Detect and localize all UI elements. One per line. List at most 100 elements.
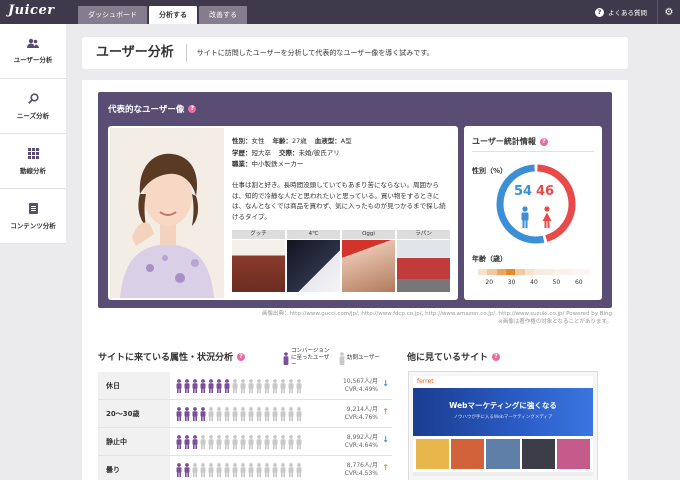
attributes-legend: コンバージョンに至ったユーザー 訪問ユーザー — [283, 348, 380, 369]
legend-visitors-label: 訪問ユーザー — [347, 355, 380, 361]
person-icon — [240, 434, 246, 449]
faq-link[interactable]: ? よくある質問 — [585, 0, 658, 24]
help-icon[interactable]: ? — [539, 137, 548, 146]
image-credit: 画像出典：http://www.gucci.com/jp/, http://ww… — [212, 310, 612, 326]
cvr-value: CVR:4.76% — [344, 414, 378, 421]
faq-label: よくある質問 — [608, 9, 647, 17]
site-thumbnail — [416, 439, 450, 469]
person-icon — [248, 434, 254, 449]
brand-label: ラパン — [397, 230, 450, 239]
person-icon — [296, 462, 302, 477]
sidebar-item-label: コンテンツ分析 — [10, 221, 56, 230]
person-icon — [184, 378, 190, 393]
question-circle-icon: ? — [595, 7, 604, 17]
person-icon — [272, 378, 278, 393]
person-icon — [216, 378, 222, 393]
cvr-value: CVR:4.53% — [344, 470, 378, 477]
person-icon — [272, 462, 278, 477]
age-value: 27歳 — [292, 137, 307, 145]
relationship-value: 未婚/彼氏アリ — [298, 148, 340, 157]
brand-item[interactable]: ラパン — [397, 230, 450, 292]
female-percentage: 46 — [536, 184, 555, 199]
attribute-row[interactable]: 静止中 8,992人/月 CVR:4.64% ↓ — [98, 428, 392, 456]
site-thumbnail — [451, 439, 485, 469]
age-tick: 50 — [552, 279, 561, 286]
sidebar-item-user-analysis[interactable]: ユーザー分析 — [0, 24, 66, 79]
attribute-row[interactable]: 曇り 8,776人/月 CVR:4.53% ↑ — [98, 456, 392, 480]
age-bar-segment — [487, 269, 497, 275]
age-bar-segment — [580, 269, 590, 275]
site-thumbnails — [413, 436, 593, 472]
site-logo: ferret — [413, 376, 593, 388]
person-icon — [216, 406, 222, 421]
page-title: ユーザー分析 — [82, 44, 187, 62]
brand-item[interactable]: グッチ — [232, 230, 285, 292]
attribute-metrics: 8,992人/月 CVR:4.64% — [345, 434, 378, 450]
age-tick: 20 — [485, 279, 494, 286]
tab-analyze[interactable]: 分析する — [149, 6, 197, 24]
person-icon — [176, 462, 182, 477]
app-logo[interactable]: Juicer — [8, 3, 55, 18]
person-icon — [184, 462, 190, 477]
brand-label: グッチ — [232, 230, 285, 239]
age-distribution-bar — [478, 269, 590, 275]
brand-item[interactable]: Oggi — [342, 230, 395, 292]
education-value: 短大卒 — [251, 148, 272, 157]
person-icon — [200, 462, 206, 477]
person-icon — [200, 434, 206, 449]
persona-photo — [110, 128, 224, 298]
help-icon[interactable]: ? — [492, 352, 501, 361]
age-tick: 40 — [530, 279, 538, 286]
age-key: 年齢： — [272, 137, 293, 145]
brand-label: 4℃ — [287, 230, 340, 239]
gear-icon[interactable]: ⚙ — [658, 0, 680, 24]
visitor-count: 9,214人/月 — [346, 406, 378, 413]
person-icon — [192, 434, 198, 449]
person-icon — [192, 378, 198, 393]
visitor-count: 8,992人/月 — [346, 434, 378, 441]
person-icon — [224, 378, 230, 393]
person-icon — [216, 462, 222, 477]
help-icon[interactable]: ? — [237, 352, 246, 361]
sidebar-item-content-analysis[interactable]: コンテンツ分析 — [0, 189, 66, 244]
magnifier-icon — [27, 92, 39, 104]
age-bar-segment — [552, 269, 562, 275]
brand-item[interactable]: 4℃ — [287, 230, 340, 292]
help-icon[interactable]: ? — [188, 105, 197, 113]
person-icon — [256, 434, 262, 449]
person-icon — [296, 434, 302, 449]
attribute-row[interactable]: 20〜30歳 9,214人/月 CVR:4.76% ↑ — [98, 400, 392, 428]
other-sites-title: 他に見ているサイト ? — [407, 350, 501, 363]
person-icon — [208, 406, 214, 421]
tab-dashboard[interactable]: ダッシュボード — [78, 6, 147, 24]
blood-key: 血液型： — [314, 137, 341, 145]
tab-improve[interactable]: 改善する — [199, 6, 247, 24]
age-bar-segment — [524, 269, 534, 275]
person-icon — [184, 406, 190, 421]
person-icon — [224, 406, 230, 421]
age-title: 年齢（歳） — [472, 255, 507, 263]
person-icon — [280, 462, 286, 477]
person-icon — [176, 434, 182, 449]
attribute-row[interactable]: 休日 10,567人/月 CVR:4.49% ↓ — [98, 372, 392, 400]
person-icon — [232, 406, 238, 421]
person-icon — [208, 434, 214, 449]
legend-converted: コンバージョンに至ったユーザー — [283, 348, 331, 369]
person-icon — [240, 462, 246, 477]
age-bar-segment — [533, 269, 544, 275]
attributes-section-title: サイトに来ている属性・状況分析 ? — [98, 350, 246, 363]
people-icons — [176, 378, 302, 393]
other-site-preview[interactable]: ferret Webマーケティングに強くなる ノウハウが手に入るWebマーケティ… — [409, 372, 597, 480]
visitor-count: 10,567人/月 — [342, 378, 378, 385]
person-icon — [280, 406, 286, 421]
male-figure-icon — [521, 206, 529, 228]
arrow-down-icon: ↓ — [382, 379, 389, 388]
people-icons — [176, 434, 302, 449]
sidebar-item-needs-analysis[interactable]: ニーズ分析 — [0, 79, 66, 134]
age-tick: 60 — [574, 279, 583, 286]
person-icon — [232, 434, 238, 449]
female-figure-icon — [542, 206, 552, 228]
persona-title-text: 代表的なユーザー像 — [108, 105, 185, 115]
sidebar-item-flow-analysis[interactable]: 動線分析 — [0, 134, 66, 189]
page-title-bar: ユーザー分析 サイトに訪問したユーザーを分析して代表的なユーザー像を導く試みです… — [82, 37, 628, 69]
